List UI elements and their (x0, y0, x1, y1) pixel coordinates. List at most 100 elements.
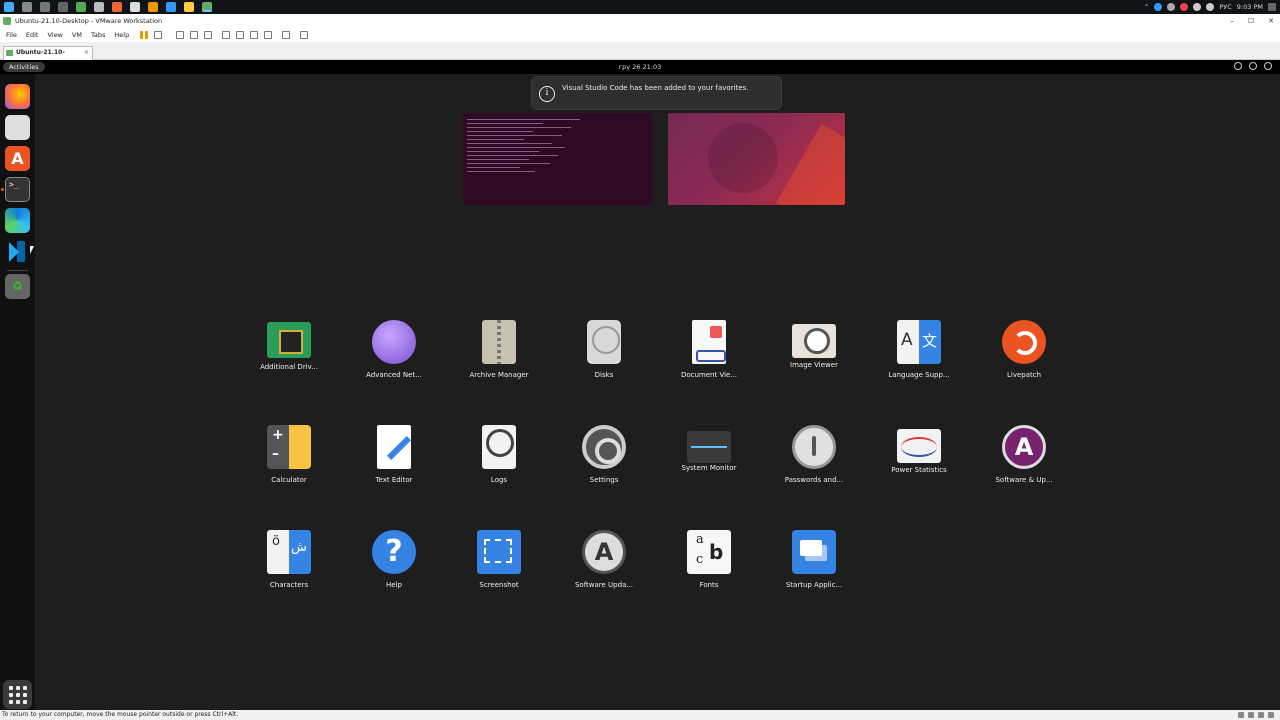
vmware-menu-bar: File Edit View VM Tabs Help (0, 28, 1280, 42)
firefox-icon[interactable] (5, 84, 30, 109)
software-updater-icon: A (582, 530, 626, 574)
taskbar-app-icon[interactable] (184, 2, 194, 12)
app-logs[interactable]: Logs (454, 425, 544, 484)
app-power-statistics[interactable]: Power Statistics (874, 425, 964, 474)
device-icon[interactable] (1238, 712, 1244, 718)
send-ctrl-alt-del-icon[interactable] (154, 31, 163, 39)
app-characters[interactable]: ö ش Characters (244, 530, 334, 589)
thumbnail-bar-icon[interactable] (236, 31, 245, 39)
app-language-support[interactable]: A 文 Language Supp... (874, 320, 964, 379)
snapshot-icon[interactable] (176, 31, 185, 39)
vmware-tab-strip: Ubuntu-21.10-Desktop × (0, 42, 1280, 68)
tab-ubuntu-vm[interactable]: Ubuntu-21.10-Desktop × (3, 46, 93, 68)
revert-snapshot-icon[interactable] (190, 31, 199, 39)
taskbar-app-icon[interactable] (166, 2, 176, 12)
menu-edit[interactable]: Edit (26, 31, 39, 39)
menu-tabs[interactable]: Tabs (91, 31, 105, 39)
volume-icon[interactable] (1206, 3, 1215, 11)
app-image-viewer[interactable]: Image Viewer (769, 320, 859, 369)
app-fonts[interactable]: a b c Fonts (664, 530, 754, 589)
workspace-thumbnail-2[interactable] (668, 113, 845, 205)
device-icon[interactable] (1248, 712, 1254, 718)
app-calculator[interactable]: + – Calculator (244, 425, 334, 484)
maximize-button[interactable]: ☐ (1248, 17, 1254, 25)
app-help[interactable]: ? Help (349, 530, 439, 589)
dock-separator (7, 270, 28, 271)
app-system-monitor[interactable]: System Monitor (664, 425, 754, 472)
show-applications-button[interactable] (3, 680, 32, 709)
network-icon[interactable] (1234, 62, 1242, 70)
language-indicator[interactable]: РУС (1219, 3, 1231, 11)
app-label: Passwords and... (784, 476, 844, 484)
app-archive-manager[interactable]: Archive Manager (454, 320, 544, 379)
menu-help[interactable]: Help (114, 31, 129, 39)
app-document-viewer[interactable]: Document Vie... (664, 320, 754, 379)
disk-icon (587, 320, 621, 364)
app-label: Advanced Net... (366, 371, 422, 379)
screenshot-icon (477, 530, 521, 574)
app-additional-drivers[interactable]: Additional Driv... (244, 320, 334, 371)
tab-close-icon[interactable]: × (84, 47, 89, 59)
app-settings[interactable]: Settings (559, 425, 649, 484)
taskbar-app-icon[interactable] (58, 2, 68, 12)
app-label: Language Supp... (888, 371, 950, 379)
app-text-editor[interactable]: Text Editor (349, 425, 439, 484)
app-software-updates[interactable]: A Software & Up... (979, 425, 1069, 484)
trash-icon[interactable]: ♻ (5, 274, 30, 299)
app-passwords[interactable]: Passwords and... (769, 425, 859, 484)
task-view-icon[interactable] (40, 2, 50, 12)
passwords-icon (792, 425, 836, 469)
chevron-up-icon[interactable]: ⌃ (1144, 3, 1149, 11)
app-label: Settings (589, 476, 619, 484)
power-icon[interactable] (1264, 62, 1272, 70)
app-label: Startup Applic... (785, 581, 843, 589)
minimize-button[interactable]: – (1230, 17, 1234, 25)
tray-icon[interactable] (1167, 3, 1176, 11)
app-software-updater[interactable]: A Software Upda... (559, 530, 649, 589)
taskbar-app-icon[interactable] (112, 2, 122, 12)
terminal-icon[interactable]: >_ (5, 177, 30, 202)
notification-banner[interactable]: i Visual Studio Code has been added to y… (531, 76, 782, 110)
close-button[interactable]: ✕ (1268, 17, 1274, 25)
notifications-icon[interactable] (1268, 3, 1276, 11)
device-icon[interactable] (1258, 712, 1264, 718)
app-screenshot[interactable]: Screenshot (454, 530, 544, 589)
app-livepatch[interactable]: Livepatch (979, 320, 1069, 379)
full-screen-icon[interactable] (250, 31, 259, 39)
app-advanced-network[interactable]: Advanced Net... (349, 320, 439, 379)
status-hint: To return to your computer, move the mou… (2, 711, 239, 718)
taskbar-app-icon[interactable] (94, 2, 104, 12)
volume-icon[interactable] (1249, 62, 1257, 70)
taskbar-app-icon[interactable] (148, 2, 158, 12)
workspace-thumbnail-1[interactable] (463, 113, 652, 205)
taskbar-app-icon[interactable] (76, 2, 86, 12)
pause-icon[interactable] (140, 31, 149, 39)
notification-message: Visual Studio Code has been added to you… (562, 84, 749, 92)
search-icon[interactable] (22, 2, 32, 12)
tray-icon[interactable] (1154, 3, 1163, 11)
console-view-icon[interactable] (282, 31, 291, 39)
edge-icon[interactable] (5, 208, 30, 233)
files-icon[interactable] (5, 115, 30, 140)
device-icon[interactable] (1268, 712, 1274, 718)
tray-icon[interactable] (1180, 3, 1189, 11)
vmware-taskbar-icon[interactable] (202, 2, 212, 12)
language-icon: A 文 (897, 320, 941, 364)
menu-view[interactable]: View (47, 31, 62, 39)
vscode-icon[interactable] (5, 239, 30, 264)
show-library-icon[interactable] (222, 31, 231, 39)
windows-start-icon[interactable] (4, 2, 14, 12)
snapshot-manager-icon[interactable] (204, 31, 213, 39)
ubuntu-software-icon[interactable]: A (5, 146, 30, 171)
app-disks[interactable]: Disks (559, 320, 649, 379)
stretch-guest-icon[interactable] (300, 31, 309, 39)
taskbar-app-icon[interactable] (130, 2, 140, 12)
unity-icon[interactable] (264, 31, 273, 39)
menu-vm[interactable]: VM (72, 31, 82, 39)
app-startup-applications[interactable]: Startup Applic... (769, 530, 859, 589)
date-time-indicator[interactable]: гру 26 21:03 (0, 62, 1280, 72)
tray-icon[interactable] (1193, 3, 1202, 11)
ubuntu-guest-screen[interactable]: Activities гру 26 21:03 A >_ ♻ i Visual … (0, 60, 1280, 710)
menu-file[interactable]: File (6, 31, 17, 39)
tray-clock[interactable]: 9:03 PM (1237, 3, 1263, 11)
